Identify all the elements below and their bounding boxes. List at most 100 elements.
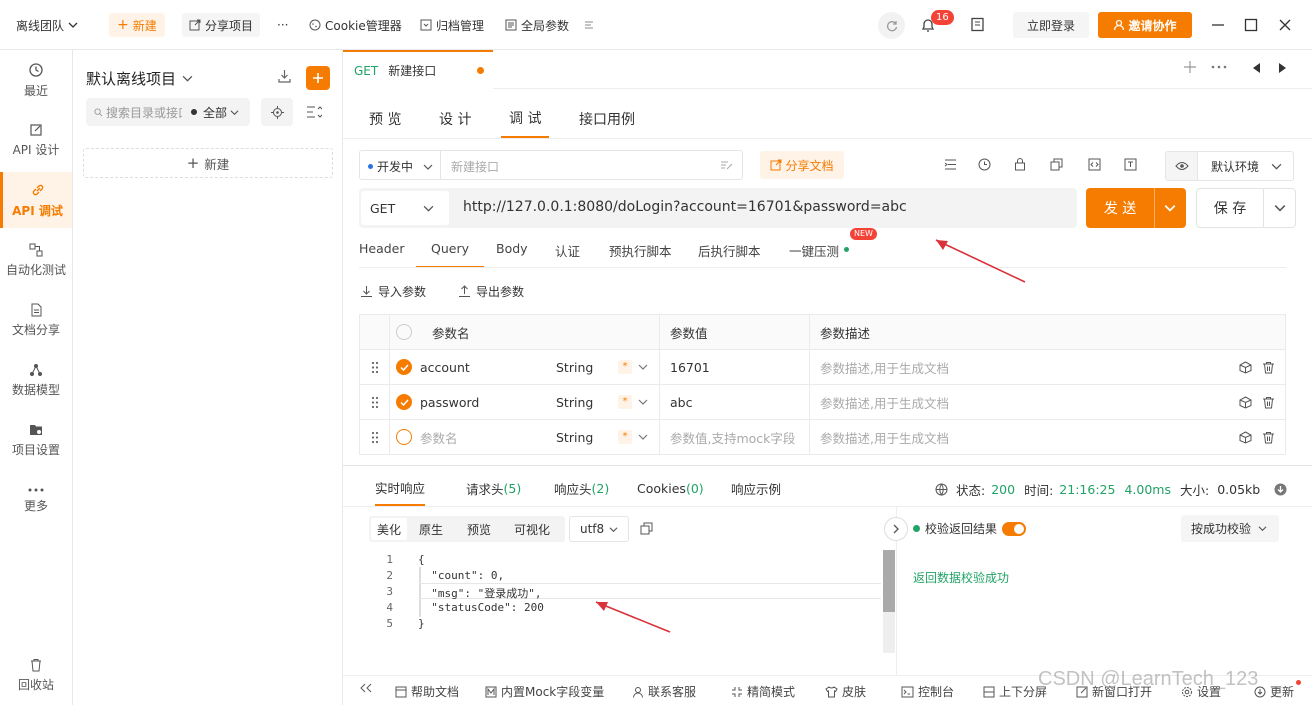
desc-cell[interactable]: 参数描述,用于生成文档 [809,349,1286,385]
validate-mode-select[interactable]: 按成功校验 [1181,515,1279,542]
value-cell[interactable]: 16701 [659,349,810,385]
nav-automation[interactable]: 自动化测试 [0,232,72,288]
chevron-down-icon[interactable] [638,397,648,407]
cookie-manager-button[interactable]: Cookie管理器 [309,13,402,37]
minimize-icon[interactable] [1211,18,1225,32]
view-tab-raw[interactable]: 原生 [407,521,455,538]
collapse-all-icon[interactable] [306,105,322,119]
subtab-cases[interactable]: 接口用例 [579,100,635,138]
import-params-button[interactable]: 导入参数 [360,283,426,300]
param-type[interactable]: String [556,360,618,375]
method-select[interactable]: GET [361,191,449,225]
nav-recent[interactable]: 最近 [0,52,72,108]
resp-tab-req-headers[interactable]: 请求头 (5) [466,470,521,506]
chevron-down-icon[interactable] [1164,202,1176,214]
split-view-button[interactable]: 上下分屏 [983,683,1047,700]
global-params-button[interactable]: 全局参数 [505,13,569,37]
environment-selector[interactable]: 默认环境 [1165,151,1294,181]
edit-desc-icon[interactable] [720,158,733,171]
nav-recycle-bin[interactable]: 回收站 [0,647,72,703]
new-node-button[interactable]: + 新建 [83,148,333,178]
copy-response-icon[interactable] [640,522,653,535]
desc-cell[interactable]: 参数描述,用于生成文档 [809,384,1286,420]
resp-tab-example[interactable]: 响应示例 [731,470,781,506]
help-docs-button[interactable]: 帮助文档 [395,683,459,700]
reqtab-query[interactable]: Query [416,236,484,268]
chevron-down-icon[interactable] [638,362,648,372]
save-button[interactable]: 保 存 [1196,188,1296,228]
view-tab-pretty[interactable]: 美化 [371,518,407,540]
trash-icon[interactable] [1262,396,1275,409]
export-params-button[interactable]: 导出参数 [458,283,524,300]
history-icon[interactable] [978,158,991,171]
view-tab-preview[interactable]: 预览 [455,521,503,538]
filter-value[interactable]: 全部 [203,104,227,121]
customer-service-button[interactable]: 联系客服 [632,683,696,700]
notes-icon[interactable] [970,17,985,32]
param-name[interactable]: account [420,360,556,375]
send-button[interactable]: 发 送 [1086,188,1186,228]
copy-icon[interactable] [1050,158,1063,171]
nav-doc-share[interactable]: 文档分享 [0,292,72,348]
interface-name-input[interactable]: 新建接口 [451,158,499,175]
scrollbar-thumb[interactable] [883,550,895,612]
drag-handle-icon[interactable] [359,384,390,420]
export-doc-icon[interactable] [1124,158,1137,171]
reqtab-auth[interactable]: 认证 [555,236,580,268]
lock-icon[interactable] [1014,157,1026,171]
encoding-select[interactable]: utf8 [569,516,629,542]
nav-more[interactable]: 更多 [0,472,72,528]
cube-icon[interactable] [1239,430,1252,444]
select-all-checkbox[interactable] [396,324,412,340]
eye-icon[interactable] [1166,152,1198,180]
cube-icon[interactable] [1239,395,1252,409]
url-input[interactable]: http://127.0.0.1:8080/doLogin?account=16… [463,199,907,215]
tab-next-icon[interactable] [1278,63,1286,73]
sync-icon[interactable] [878,12,905,39]
required-toggle[interactable]: * [618,395,632,409]
collapse-sidebar-icon[interactable] [360,683,372,693]
tab-prev-icon[interactable] [1253,63,1261,73]
chevron-down-icon[interactable] [1274,202,1286,214]
reqtab-body[interactable]: Body [496,236,528,268]
new-button[interactable]: + 新建 [109,13,165,37]
value-cell[interactable]: abc [659,384,810,420]
drag-handle-icon[interactable] [359,349,390,385]
console-button[interactable]: 控制台 [901,683,954,700]
compact-mode-button[interactable]: 精简模式 [731,683,795,700]
row-checkbox[interactable] [396,394,412,410]
chevron-down-icon[interactable] [638,432,648,442]
outline-icon[interactable] [944,158,957,171]
reqtab-post-script[interactable]: 后执行脚本 [698,236,761,268]
download-icon[interactable] [1274,483,1287,496]
update-button[interactable]: 更新 [1254,680,1301,700]
nav-api-debug[interactable]: API 调试 [0,172,72,228]
import-icon[interactable] [277,69,292,84]
nav-project-settings[interactable]: 项目设置 [0,412,72,468]
login-button[interactable]: 立即登录 [1013,12,1089,38]
scrollbar-track[interactable] [883,550,895,653]
row-checkbox[interactable] [396,429,412,445]
value-cell[interactable]: 参数值,支持mock字段 [659,419,810,455]
nav-data-model[interactable]: 数据模型 [0,352,72,408]
tab-more-icon[interactable] [1211,60,1227,74]
project-selector[interactable]: 默认离线项目 [86,68,193,89]
reqtab-stress-test[interactable]: 一键压测 [789,236,850,268]
maximize-icon[interactable] [1244,18,1258,32]
param-name[interactable]: 参数名 [420,428,556,447]
trash-icon[interactable] [1262,361,1275,374]
subtab-design[interactable]: 设 计 [439,100,471,138]
desc-cell[interactable]: 参数描述,用于生成文档 [809,419,1286,455]
resp-tab-cookies[interactable]: Cookies (0) [637,470,704,506]
locate-icon[interactable] [261,98,293,126]
cube-icon[interactable] [1239,360,1252,374]
tab-new-interface[interactable]: GET 新建接口 [343,50,493,89]
param-name[interactable]: password [420,395,556,410]
archive-button[interactable]: 归档管理 [420,13,484,37]
drag-handle-icon[interactable] [359,419,390,455]
status-selector[interactable]: 开发中 [368,158,433,175]
mock-fields-button[interactable]: 内置Mock字段变量 [485,683,604,700]
collapse-toolbar-icon[interactable] [583,13,595,37]
reqtab-pre-script[interactable]: 预执行脚本 [609,236,672,268]
resp-tab-resp-headers[interactable]: 响应头 (2) [554,470,609,506]
